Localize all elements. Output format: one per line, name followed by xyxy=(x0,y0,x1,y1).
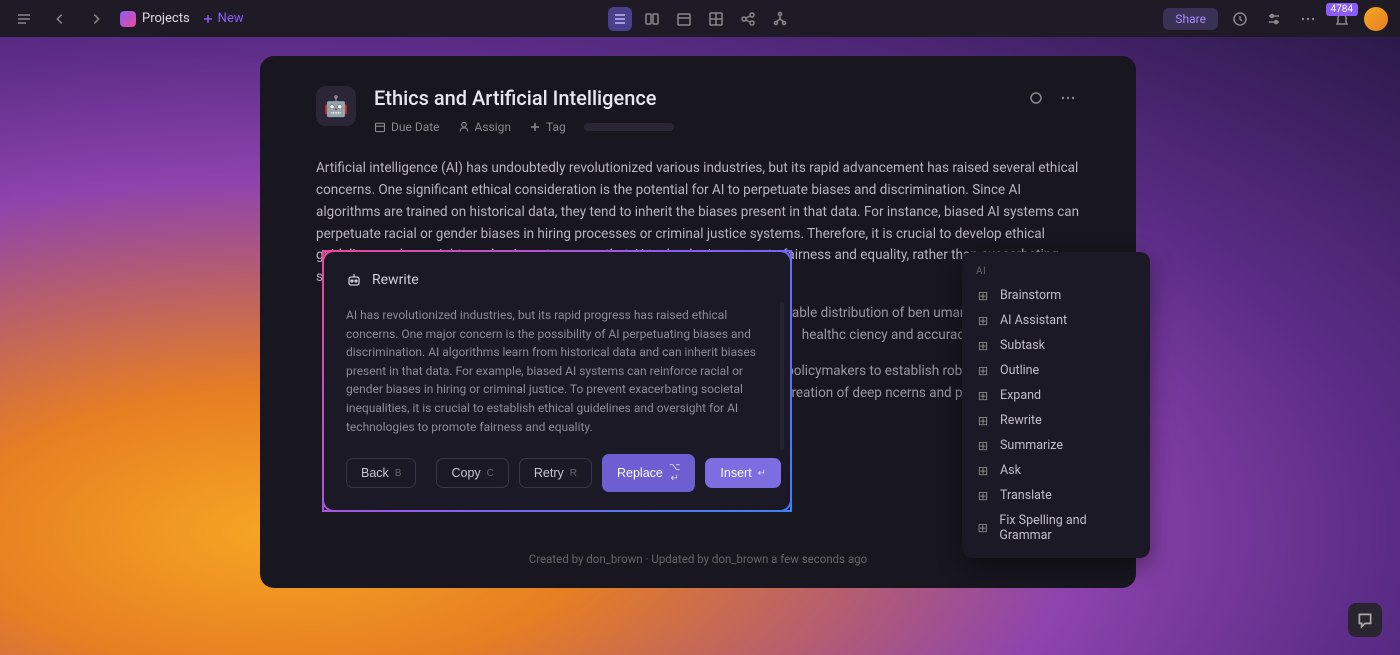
doc-more-icon[interactable] xyxy=(1056,86,1080,110)
document-emoji-icon[interactable]: 🤖 xyxy=(316,86,356,126)
settings-toggle-icon[interactable] xyxy=(1262,7,1286,31)
topbar: Projects New Share xyxy=(0,0,1400,37)
menu-icon[interactable] xyxy=(12,7,36,31)
ai-menu-header: AI xyxy=(962,262,1150,283)
robot-icon xyxy=(346,272,362,288)
notifications-button[interactable]: 4784 xyxy=(1330,7,1354,31)
app-logo-icon xyxy=(120,11,136,27)
projects-breadcrumb[interactable]: Projects xyxy=(120,11,190,27)
view-calendar-icon[interactable] xyxy=(672,7,696,31)
view-columns-icon[interactable] xyxy=(640,7,664,31)
insert-button[interactable]: Insert ↵ xyxy=(705,458,781,488)
robot-icon: ⊞ xyxy=(976,389,990,403)
rewrite-panel: Rewrite AI has revolutionized industries… xyxy=(322,250,792,512)
ai-menu-assistant[interactable]: ⊞AI Assistant xyxy=(962,308,1150,333)
meta-placeholder xyxy=(584,123,674,131)
robot-icon: ⊞ xyxy=(976,414,990,428)
copy-button[interactable]: Copy C xyxy=(436,458,508,488)
visibility-icon[interactable] xyxy=(1024,86,1048,110)
document-title[interactable]: Ethics and Artificial Intelligence xyxy=(374,86,1006,110)
hierarchy-icon[interactable] xyxy=(768,7,792,31)
retry-button[interactable]: Retry R xyxy=(519,458,592,488)
due-date-button[interactable]: Due Date xyxy=(374,120,440,134)
projects-label: Projects xyxy=(142,11,190,26)
notification-badge: 4784 xyxy=(1326,3,1358,16)
ai-menu-brainstorm[interactable]: ⊞Brainstorm xyxy=(962,283,1150,308)
ai-menu-fix-spelling[interactable]: ⊞Fix Spelling and Grammar xyxy=(962,508,1150,548)
ai-menu: AI ⊞Brainstorm ⊞AI Assistant ⊞Subtask ⊞O… xyxy=(962,252,1150,558)
ai-menu-translate[interactable]: ⊞Translate xyxy=(962,483,1150,508)
robot-icon: ⊞ xyxy=(976,364,990,378)
panel-scrollbar[interactable] xyxy=(780,302,784,450)
forward-arrow-icon[interactable] xyxy=(84,7,108,31)
new-button[interactable]: New xyxy=(202,11,244,26)
replace-button[interactable]: Replace ⌥ ↵ xyxy=(602,454,695,492)
view-list-icon[interactable] xyxy=(608,7,632,31)
ai-menu-ask[interactable]: ⊞Ask xyxy=(962,458,1150,483)
back-arrow-icon[interactable] xyxy=(48,7,72,31)
ai-menu-expand[interactable]: ⊞Expand xyxy=(962,383,1150,408)
rewrite-output: AI has revolutionized industries, but it… xyxy=(346,306,768,436)
ai-menu-outline[interactable]: ⊞Outline xyxy=(962,358,1150,383)
view-board-icon[interactable] xyxy=(704,7,728,31)
assign-button[interactable]: Assign xyxy=(458,120,512,134)
new-label: New xyxy=(218,11,244,26)
ai-menu-rewrite[interactable]: ⊞Rewrite xyxy=(962,408,1150,433)
rewrite-panel-title: Rewrite xyxy=(372,272,419,288)
share-graph-icon[interactable] xyxy=(736,7,760,31)
robot-icon: ⊞ xyxy=(976,339,990,353)
robot-icon: ⊞ xyxy=(976,439,990,453)
chat-fab[interactable] xyxy=(1348,603,1382,637)
updates-icon[interactable] xyxy=(1228,7,1252,31)
back-button[interactable]: Back B xyxy=(346,458,416,488)
more-icon[interactable] xyxy=(1296,7,1320,31)
robot-icon: ⊞ xyxy=(976,314,990,328)
robot-icon: ⊞ xyxy=(976,521,989,535)
share-button[interactable]: Share xyxy=(1163,8,1218,30)
robot-icon: ⊞ xyxy=(976,464,990,478)
user-avatar[interactable] xyxy=(1364,7,1388,31)
robot-icon: ⊞ xyxy=(976,289,990,303)
ai-menu-summarize[interactable]: ⊞Summarize xyxy=(962,433,1150,458)
ai-menu-subtask[interactable]: ⊞Subtask xyxy=(962,333,1150,358)
robot-icon: ⊞ xyxy=(976,489,990,503)
tag-button[interactable]: Tag xyxy=(529,120,566,134)
